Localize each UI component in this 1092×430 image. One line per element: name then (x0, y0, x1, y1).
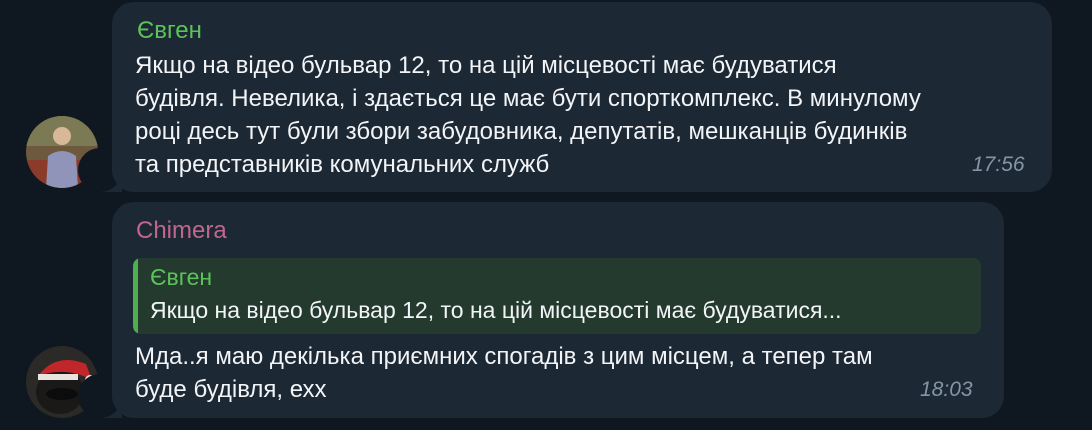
sender-name[interactable]: Chimera (136, 216, 227, 246)
reply-accent-bar (133, 258, 138, 334)
reply-sender-name: Євген (150, 264, 213, 290)
reply-quote[interactable]: Євген Якщо на відео бульвар 12, то на ці… (133, 258, 981, 334)
sender-name[interactable]: Євген (137, 16, 202, 46)
reply-text: Якщо на відео бульвар 12, то на цій місц… (150, 297, 842, 323)
message-time: 18:03 (920, 378, 973, 401)
message-time: 17:56 (972, 153, 1025, 176)
message-text: Мда..я маю декілька приємних спогадів з … (135, 343, 873, 403)
message-text: Якщо на відео бульвар 12, то на цій місц… (135, 52, 921, 178)
